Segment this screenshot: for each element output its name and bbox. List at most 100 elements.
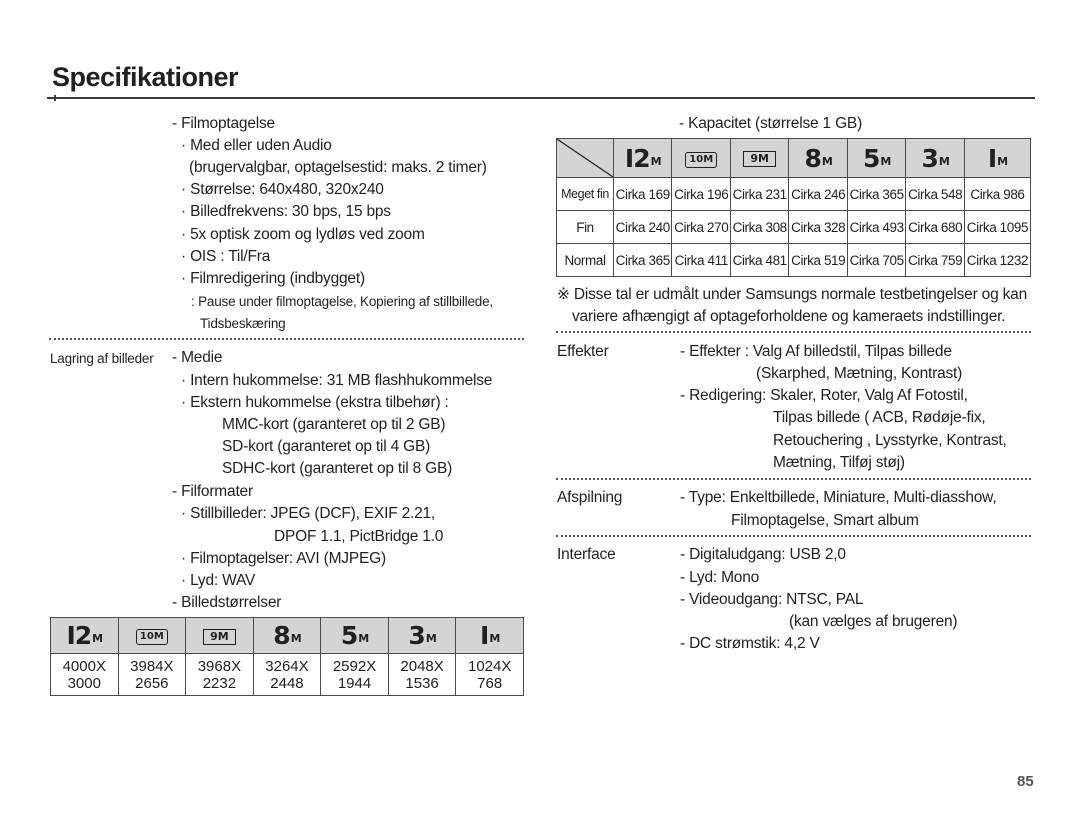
cap-col-3m: 3M: [905, 138, 965, 178]
size-cell: 3984X 2656: [117, 653, 187, 696]
cap-col-9m: 9M: [729, 138, 790, 178]
capacity-cell: Cirka 246: [788, 177, 848, 211]
capacity-heading: - Kapacitet (størrelse 1 GB): [679, 115, 863, 132]
film-line: · Billedfrekvens: 30 bps, 15 bps: [181, 203, 391, 220]
1m-icon: IM: [480, 621, 500, 650]
media-line: · Intern hukommelse: 31 MB flashhukommel…: [181, 372, 493, 389]
size-col-1m: IM: [455, 617, 524, 654]
3m-icon: 3M: [921, 143, 949, 173]
page-number: 85: [1017, 773, 1034, 790]
interface-line: (kan vælges af brugeren): [789, 613, 958, 630]
size-col-10m: 10M: [117, 617, 187, 654]
size-cell: 3264X 2448: [252, 653, 322, 696]
diagonal-corner-cell: [556, 138, 614, 178]
size-cell: 2592X 1944: [320, 653, 389, 696]
capacity-cell: Cirka 705: [846, 243, 907, 277]
capacity-cell: Cirka 986: [963, 177, 1032, 211]
capacity-cell: Cirka 1232: [963, 243, 1032, 277]
size-cell: 1024X 768: [455, 653, 524, 696]
interface-line: - Digitaludgang: USB 2,0: [680, 546, 846, 563]
section-divider: [556, 478, 1031, 480]
size-cell: 4000X 3000: [50, 653, 119, 696]
5m-icon: 5M: [863, 143, 891, 173]
section-divider: [556, 535, 1031, 537]
quality-label: Meget fin: [556, 177, 614, 211]
size-cell: 3968X 2232: [185, 653, 254, 696]
format-line: DPOF 1.1, PictBridge 1.0: [274, 528, 444, 545]
effects-line: - Effekter : Valg Af billedstil, Tilpas …: [680, 343, 952, 360]
interface-line: - Videoudgang: NTSC, PAL: [680, 591, 864, 608]
capacity-cell: Cirka 240: [612, 210, 673, 244]
capacity-cell: Cirka 365: [612, 243, 673, 277]
3m-icon: 3M: [408, 621, 436, 650]
capacity-cell: Cirka 411: [671, 243, 731, 277]
section-divider: [49, 338, 524, 340]
size-table-row: 4000X 3000 3984X 2656 3968X 2232 3264X 2448 …: [50, 653, 524, 696]
8m-icon: 8M: [273, 621, 301, 650]
size-cell: 2048X 1536: [387, 653, 457, 696]
effects-line: Tilpas billede ( ACB, Rødøje-fix,: [773, 409, 986, 426]
section-divider: [556, 331, 1031, 333]
media-line: · Ekstern hukommelse (ekstra tilbehør) :: [181, 394, 449, 411]
8m-icon: 8M: [804, 143, 833, 173]
size-col-12m: I2M: [50, 617, 119, 654]
cap-col-1m: IM: [963, 138, 1032, 178]
film-line: · Størrelse: 640x480, 320x240: [181, 181, 384, 198]
10m-wide-icon: 10M: [685, 151, 718, 168]
9m-panorama-icon: 9M: [743, 151, 777, 167]
film-line: Tidsbeskæring: [200, 316, 286, 331]
size-col-5m: 5M: [320, 617, 389, 654]
effects-label: Effekter: [557, 343, 609, 360]
film-line: : Pause under filmoptagelse, Kopiering a…: [191, 294, 493, 309]
diagonal-line: [557, 139, 613, 177]
media-line: MMC-kort (garanteret op til 2 GB): [222, 416, 446, 433]
playback-label: Afspilning: [557, 489, 623, 506]
capacity-cell: Cirka 231: [729, 177, 790, 211]
effects-line: Retouchering , Lysstyrke, Kontrast,: [773, 432, 1007, 449]
cap-col-10m: 10M: [671, 138, 731, 178]
quality-label: Fin: [556, 210, 614, 244]
capacity-cell: Cirka 328: [788, 210, 848, 244]
film-line: · Med eller uden Audio: [181, 137, 332, 154]
interface-label: Interface: [557, 546, 616, 563]
format-line: · Stillbilleder: JPEG (DCF), EXIF 2.21,: [181, 505, 436, 522]
sizes-heading: - Billedstørrelser: [172, 594, 282, 611]
capacity-cell: Cirka 196: [671, 177, 731, 211]
film-heading: - Filmoptagelse: [172, 115, 275, 132]
capacity-cell: Cirka 270: [671, 210, 731, 244]
film-line: (brugervalgbar, optagelsestid: maks. 2 t…: [189, 159, 487, 176]
capacity-cell: Cirka 308: [729, 210, 790, 244]
format-line: · Lyd: WAV: [181, 572, 256, 589]
1m-icon: IM: [987, 143, 1008, 173]
9m-panorama-icon: 9M: [203, 628, 236, 645]
5m-icon: 5M: [340, 621, 369, 650]
interface-line: - DC strømstik: 4,2 V: [680, 635, 820, 652]
size-table-header: I2M 10M 9M 8M 5M 3M IM: [50, 617, 524, 654]
film-line: · Filmredigering (indbygget): [181, 270, 365, 287]
cap-col-8m: 8M: [788, 138, 848, 178]
capacity-cell: Cirka 548: [905, 177, 965, 211]
media-line: SDHC-kort (garanteret op til 8 GB): [222, 460, 453, 477]
capacity-row-fin: Fin Cirka 240 Cirka 270 Cirka 308 Cirka …: [556, 210, 1032, 244]
quality-label: Normal: [556, 243, 614, 277]
capacity-row-normal: Normal Cirka 365 Cirka 411 Cirka 481 Cir…: [556, 243, 1032, 277]
capacity-table: I2M 10M 9M 8M 5M 3M IM Meget fin Cirka 1…: [556, 138, 1032, 277]
capacity-row-meget-fin: Meget fin Cirka 169 Cirka 196 Cirka 231 …: [556, 177, 1032, 211]
playback-line: - Type: Enkeltbillede, Miniature, Multi-…: [680, 489, 997, 506]
12m-icon: I2M: [66, 621, 103, 650]
size-col-8m: 8M: [252, 617, 322, 654]
effects-line: (Skarphed, Mætning, Kontrast): [756, 365, 963, 382]
capacity-cell: Cirka 481: [729, 243, 790, 277]
playback-line: Filmoptagelse, Smart album: [731, 512, 919, 529]
capacity-cell: Cirka 365: [846, 177, 907, 211]
capacity-cell: Cirka 759: [905, 243, 965, 277]
capacity-cell: Cirka 1095: [963, 210, 1032, 244]
10m-wide-icon: 10M: [135, 629, 168, 645]
size-col-9m: 9M: [185, 617, 254, 654]
capacity-note: variere afhængigt af optageforholdene og…: [572, 308, 1006, 325]
media-heading: - Medie: [172, 349, 223, 366]
storage-label: Lagring af billeder: [50, 351, 154, 366]
cap-col-5m: 5M: [846, 138, 907, 178]
page-title: Specifikationer: [52, 62, 239, 92]
capacity-note: ※ Disse tal er udmålt under Samsungs nor…: [557, 286, 1027, 303]
